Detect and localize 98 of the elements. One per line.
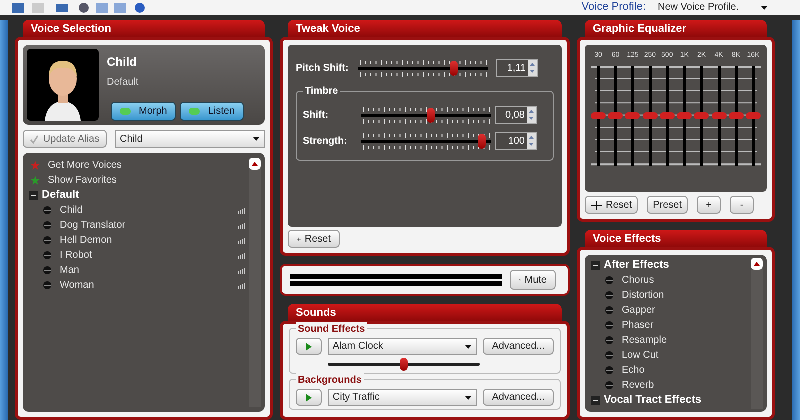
- tree-item[interactable]: Chorus: [622, 273, 747, 288]
- slider-label: Shift:: [303, 108, 330, 122]
- play-icon: [306, 394, 312, 402]
- spin-arrows-icon[interactable]: [527, 133, 536, 149]
- advanced-button[interactable]: Advanced...: [483, 389, 554, 406]
- tree-item[interactable]: Low Cut: [622, 348, 747, 363]
- tree-group-label[interactable]: Vocal Tract Effects: [604, 392, 702, 409]
- slider-thumb[interactable]: [478, 134, 486, 148]
- led-icon: [120, 108, 131, 115]
- voice-action-button[interactable]: Listen: [180, 102, 244, 121]
- scroll-up-icon[interactable]: [751, 258, 763, 270]
- signal-icon: [238, 282, 245, 288]
- collapse-icon[interactable]: [591, 396, 600, 405]
- voice-category: Default: [107, 76, 140, 90]
- slider-thumb[interactable]: [400, 358, 408, 370]
- slider-label: Pitch Shift:: [296, 62, 350, 76]
- advanced-button[interactable]: Advanced...: [483, 338, 554, 355]
- toggle-knob-icon: [605, 291, 614, 300]
- led-icon: [189, 108, 200, 115]
- play-button[interactable]: [296, 338, 322, 355]
- tree-item[interactable]: Resample: [622, 333, 747, 348]
- dropdown[interactable]: City Traffic: [328, 389, 478, 406]
- play-button[interactable]: [296, 389, 322, 406]
- reset-button[interactable]: Reset: [585, 196, 638, 214]
- band-thumb[interactable]: [746, 112, 761, 119]
- collapse-icon[interactable]: [29, 191, 38, 200]
- voice-profile-label: Voice Profile:: [582, 0, 646, 16]
- tree-item[interactable]: I Robot: [60, 248, 230, 263]
- caret-icon: [761, 6, 768, 10]
- caret-icon: [465, 396, 472, 400]
- band-thumb[interactable]: [625, 112, 640, 119]
- spin-arrows-icon[interactable]: [528, 60, 537, 76]
- toggle-knob-icon: [43, 221, 52, 230]
- tree-item[interactable]: Echo: [622, 363, 747, 378]
- signal-icon: [238, 268, 245, 274]
- band-thumb[interactable]: [712, 112, 727, 119]
- toggle-knob-icon: [43, 236, 52, 245]
- band-thumb[interactable]: [591, 112, 606, 119]
- spin-field[interactable]: 0,08: [495, 106, 537, 124]
- tree-item[interactable]: Man: [60, 263, 230, 278]
- band-thumb[interactable]: [608, 112, 624, 119]
- toggle-knob-icon: [43, 206, 52, 215]
- tree-item[interactable]: Gapper: [622, 303, 747, 318]
- tree-group-label[interactable]: Default: [42, 187, 80, 204]
- scroll-up-icon[interactable]: [249, 158, 261, 170]
- tree-item[interactable]: Distortion: [622, 288, 747, 303]
- slider-label: Strength:: [303, 134, 348, 148]
- toggle-knob-icon: [43, 266, 52, 275]
- reset-button[interactable]: Reset: [288, 230, 340, 248]
- scrollbar[interactable]: [751, 258, 763, 409]
- tree-item[interactable]: Phaser: [622, 318, 747, 333]
- slider-thumb[interactable]: [450, 60, 458, 76]
- toggle-knob-icon: [605, 276, 614, 285]
- dropdown[interactable]: Alam Clock: [328, 338, 478, 355]
- band-thumb[interactable]: [694, 112, 710, 119]
- mute-button[interactable]: Mute: [510, 270, 556, 290]
- scrollbar[interactable]: [249, 158, 261, 407]
- toggle-knob-icon: [605, 351, 614, 360]
- list-link[interactable]: Get More Voices: [48, 158, 122, 173]
- voice-name: Child: [107, 54, 138, 71]
- toggle-knob-icon: [43, 281, 52, 290]
- tree-item[interactable]: Dog Translator: [60, 218, 230, 233]
- toggle-knob-icon: [605, 306, 614, 315]
- band-thumb[interactable]: [728, 112, 744, 119]
- band-thumb[interactable]: [642, 112, 658, 119]
- toggle-knob-icon: [43, 251, 52, 260]
- preset-button[interactable]: Preset: [647, 196, 688, 214]
- tree-item[interactable]: Child: [60, 203, 230, 218]
- spin-arrows-icon[interactable]: [527, 107, 536, 123]
- band-thumb[interactable]: [677, 112, 692, 119]
- dropdown[interactable]: Child: [115, 130, 265, 148]
- tree-item[interactable]: Hell Demon: [60, 233, 230, 248]
- signal-icon: [238, 252, 245, 258]
- tree-item[interactable]: Woman: [60, 278, 230, 293]
- caret-icon: [253, 137, 260, 141]
- list-link[interactable]: Show Favorites: [48, 173, 117, 188]
- toggle-knob-icon: [605, 321, 614, 330]
- play-icon: [306, 342, 312, 350]
- add-button[interactable]: +: [697, 196, 722, 214]
- toggle-knob-icon: [605, 336, 614, 345]
- signal-icon: [238, 222, 245, 228]
- crosshair-icon: [591, 200, 602, 210]
- remove-button[interactable]: -: [730, 196, 754, 214]
- toggle-knob-icon: [605, 366, 614, 375]
- tree-group-label[interactable]: After Effects: [604, 257, 670, 274]
- spin-field[interactable]: 100: [495, 132, 537, 150]
- tree-item[interactable]: Reverb: [622, 378, 747, 393]
- group-title: Backgrounds: [296, 373, 364, 388]
- band-thumb[interactable]: [660, 112, 675, 119]
- signal-icon: [238, 208, 245, 214]
- dropdown[interactable]: New Voice Profile.: [654, 0, 772, 14]
- voice-action-button[interactable]: Morph: [111, 102, 176, 121]
- toggle-knob-icon: [605, 381, 614, 390]
- slider-thumb[interactable]: [426, 108, 435, 122]
- collapse-icon[interactable]: [591, 261, 600, 270]
- signal-icon: [238, 238, 245, 244]
- caret-icon: [465, 344, 472, 348]
- spin-field[interactable]: 1,11: [496, 59, 538, 77]
